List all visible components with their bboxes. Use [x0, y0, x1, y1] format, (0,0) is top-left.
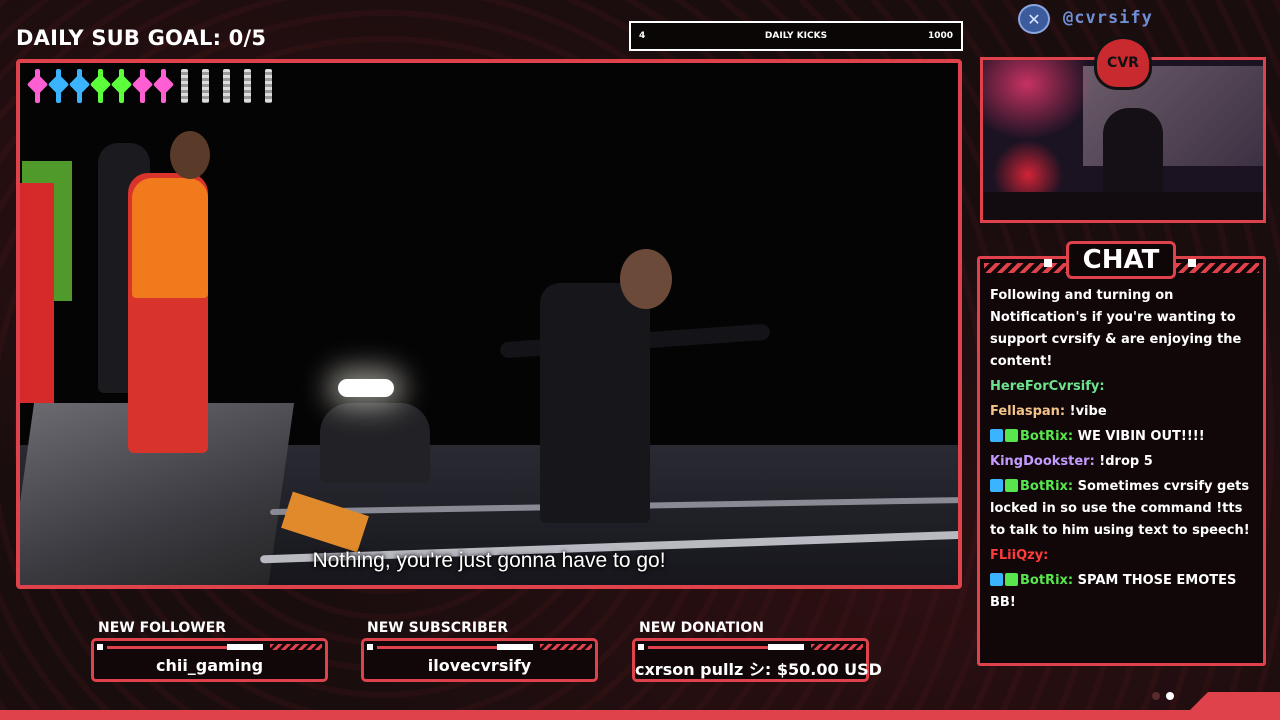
main-video: Nothing, you're just gonna have to go!	[16, 59, 962, 589]
gem-filled	[110, 69, 133, 103]
new-subscriber-box: ilovecvrsify	[361, 638, 598, 682]
alert-bar	[638, 644, 863, 652]
chat-badge-icon	[990, 429, 1003, 442]
chat-username[interactable]: HereForCvrsify:	[990, 379, 1105, 394]
camera-light	[338, 379, 394, 397]
chat-badge-icon	[1005, 479, 1018, 492]
chat-username[interactable]: FLiiQzy:	[990, 548, 1048, 563]
chat-panel: Following and turning on Notification's …	[977, 256, 1266, 666]
chat-badge-icon	[990, 479, 1003, 492]
kicks-title: DAILY KICKS	[764, 31, 828, 41]
chat-messages: Following and turning on Notification's …	[990, 285, 1255, 617]
new-donation-label: NEW DONATION	[639, 620, 764, 636]
chat-badge-icon	[990, 573, 1003, 586]
sub-goal-gems	[26, 69, 276, 103]
page-dot-active	[1166, 692, 1174, 700]
desk	[983, 192, 1263, 220]
video-subtitle: Nothing, you're just gonna have to go!	[312, 549, 666, 572]
new-follower-box: chii_gaming	[91, 638, 328, 682]
gem-filled	[152, 69, 175, 103]
daily-sub-goal: DAILY SUB GOAL: 0/5	[16, 26, 267, 50]
social-handle: @cvrsify	[1063, 8, 1153, 28]
chat-message: BotRix: WE VIBIN OUT!!!!	[990, 426, 1255, 448]
chat-text: WE VIBIN OUT!!!!	[1077, 429, 1205, 444]
chat-message: HereForCvrsify:	[990, 376, 1255, 398]
gem-empty	[198, 69, 213, 103]
chat-title: CHAT	[1066, 241, 1176, 279]
orange-vest	[132, 178, 208, 298]
page-dots	[1152, 692, 1174, 700]
person-head	[620, 249, 672, 309]
chat-title-dot	[1044, 259, 1052, 267]
video-scene	[20, 63, 958, 585]
person-black-suit	[540, 283, 650, 523]
red-figure	[20, 183, 54, 403]
camera-operator	[320, 403, 430, 483]
x-logo-icon: ✕	[1018, 4, 1050, 34]
chat-message: KingDookster: !drop 5	[990, 451, 1255, 473]
new-subscriber-label: NEW SUBSCRIBER	[367, 620, 509, 636]
gem-empty	[240, 69, 255, 103]
chat-message: BotRix: SPAM THOSE EMOTES BB!	[990, 570, 1255, 614]
chat-message: FLiiQzy:	[990, 545, 1255, 567]
pink-light	[983, 60, 1093, 140]
gem-filled	[68, 69, 91, 103]
chat-title-dot	[1188, 259, 1196, 267]
chat-message: Fellaspan: !vibe	[990, 401, 1255, 423]
gem-filled	[89, 69, 112, 103]
new-donation-value: cxrson pullz シ: $50.00 USD	[635, 660, 882, 679]
page-dot	[1152, 692, 1160, 700]
gem-empty	[177, 69, 192, 103]
new-donation-box: cxrson pullz シ: $50.00 USD	[632, 638, 882, 682]
chat-username[interactable]: BotRix:	[1020, 479, 1078, 494]
new-follower-value: chii_gaming	[155, 656, 264, 675]
chat-username[interactable]: BotRix:	[1020, 429, 1078, 444]
chat-text: Following and turning on Notification's …	[990, 288, 1242, 369]
daily-kicks-bar: 4 DAILY KICKS 1000	[629, 21, 963, 51]
chat-text: !drop 5	[1099, 454, 1153, 469]
alert-bar	[97, 644, 322, 652]
new-subscriber-value: ilovecvrsify	[427, 656, 532, 675]
gem-filled	[26, 69, 49, 103]
chat-username[interactable]: KingDookster:	[990, 454, 1099, 469]
chat-username[interactable]: BotRix:	[1020, 573, 1078, 588]
new-follower-label: NEW FOLLOWER	[98, 620, 227, 636]
gem-filled	[131, 69, 154, 103]
alert-bar	[367, 644, 592, 652]
chat-badge-icon	[1005, 429, 1018, 442]
bottom-strip	[0, 710, 1280, 720]
chat-badge-icon	[1005, 573, 1018, 586]
gem-filled	[47, 69, 70, 103]
channel-logo: CVR	[1094, 36, 1152, 90]
chat-message: BotRix: Sometimes cvrsify gets locked in…	[990, 476, 1255, 542]
person-head	[170, 131, 210, 179]
gem-empty	[219, 69, 234, 103]
gem-empty	[261, 69, 276, 103]
chat-message: Following and turning on Notification's …	[990, 285, 1255, 373]
chat-username[interactable]: Fellaspan:	[990, 404, 1070, 419]
chat-text: !vibe	[1069, 404, 1107, 419]
